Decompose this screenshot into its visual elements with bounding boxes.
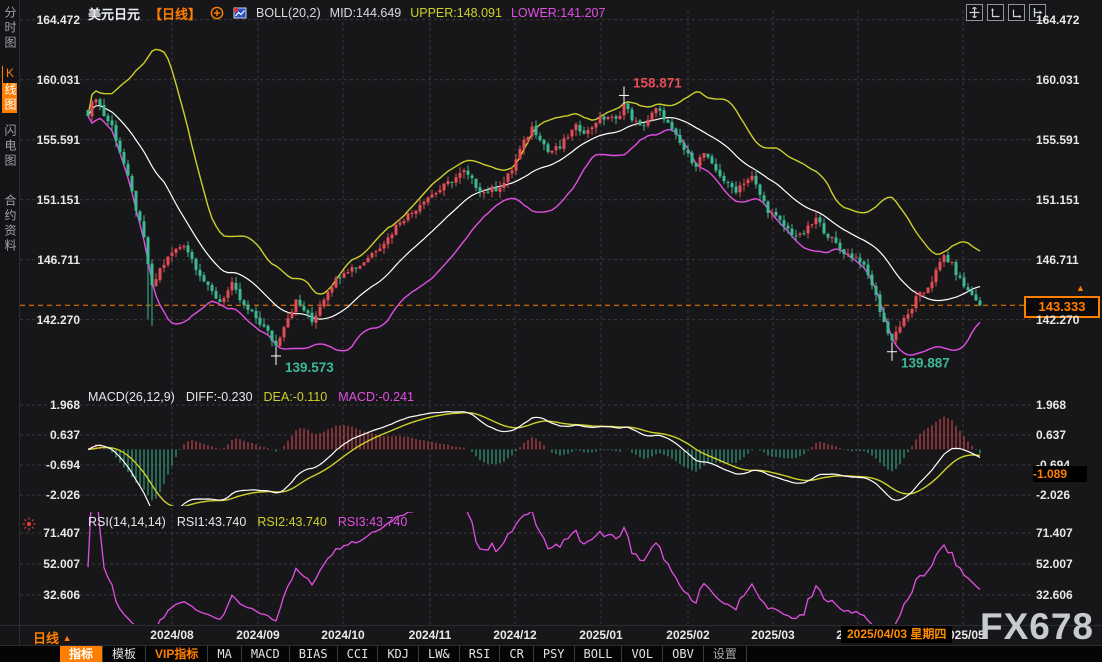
macd-params-label: MACD(26,12,9): [88, 390, 175, 404]
toolbar-tab-CR[interactable]: CR: [500, 646, 533, 662]
chart-header: 美元日元 【日线】 BOLL(20,2) MID:144.649 UPPER:1…: [88, 5, 605, 21]
price-axis-tick: 142.270: [18, 312, 80, 328]
sidebar-tab-4[interactable]: 合约资料: [2, 194, 17, 254]
boll-mid-value: MID:144.649: [330, 6, 402, 20]
price-axis-tick: 160.031: [1036, 72, 1100, 88]
extreme-price-label: 139.573: [285, 360, 334, 375]
boll-lower-value: LOWER:141.207: [511, 6, 606, 20]
extreme-price-label: 139.887: [901, 356, 950, 371]
x-axis-month-label: 2024/09: [236, 628, 279, 642]
macd-bar-value: MACD:-0.241: [338, 390, 414, 404]
price-axis-tick: 151.151: [18, 192, 80, 208]
x-axis-month-label: 2025/03: [751, 628, 794, 642]
rsi-axis-tick: 71.407: [18, 525, 80, 541]
y-axis-scale-icon[interactable]: [987, 4, 1004, 21]
sidebar-tab-2[interactable]: K线图: [2, 66, 17, 113]
price-up-arrow-icon: ▲: [1076, 284, 1085, 293]
rsi-axis-tick: 32.606: [18, 587, 80, 603]
rsi-axis-tick: 32.606: [1036, 587, 1100, 603]
toolbar-tab-OBV[interactable]: OBV: [663, 646, 704, 662]
x-axis-month-label: 2025/02: [666, 628, 709, 642]
boll-lower-line: [88, 116, 980, 355]
rsi-axis-tick: 52.007: [18, 556, 80, 572]
chart-canvas[interactable]: 158.871 139.573 139.887: [0, 0, 1102, 662]
macd-axis-tick: -0.694: [18, 457, 80, 473]
boll-upper-line: [88, 49, 980, 294]
crosshair-date-tooltip: 2025/04/03 星期四: [841, 626, 952, 643]
rsi2-value: RSI2:43.740: [257, 515, 327, 529]
macd-axis-tick: -2.026: [18, 487, 80, 503]
toolbar-tab-CCI[interactable]: CCI: [338, 646, 379, 662]
sidebar-tab-3[interactable]: 闪电图: [2, 124, 17, 169]
x-axis-month-label: 2024/10: [321, 628, 364, 642]
toolbar-tab-LW&[interactable]: LW&: [419, 646, 460, 662]
macd-axis-marker: -1.089: [1033, 466, 1087, 482]
symbol-title: 美元日元: [88, 4, 140, 23]
chart-application-window: 158.871 139.573 139.887 分时图 K线图闪电图合约资料 美元日元…: [0, 0, 1102, 662]
period-label[interactable]: 【日线】: [149, 4, 201, 23]
rsi-axis-tick: 52.007: [1036, 556, 1100, 572]
price-axis-tick: 155.591: [18, 132, 80, 148]
rsi-line: [88, 487, 980, 635]
macd-dea-line: [88, 413, 980, 507]
pan-crosshair-icon[interactable]: [966, 4, 983, 21]
sidebar-tab-1[interactable]: 分时图: [2, 6, 17, 51]
toolbar-tab-模板[interactable]: 模板: [103, 646, 146, 662]
price-axis-tick: 164.472: [1036, 12, 1100, 28]
toolbar-tab-设置[interactable]: 设置: [704, 646, 747, 662]
macd-histogram: [92, 417, 980, 501]
toolbar-tab-BIAS[interactable]: BIAS: [290, 646, 338, 662]
toolbar-tab-VOL[interactable]: VOL: [622, 646, 663, 662]
toolbar-tab-MACD[interactable]: MACD: [242, 646, 290, 662]
price-axis-tick: 146.711: [18, 252, 80, 268]
chart-tool-icons: [966, 4, 1046, 21]
x-axis-month-label: 2024/12: [493, 628, 536, 642]
macd-axis-tick: 0.637: [18, 427, 80, 443]
rsi-indicator-header: RSI(14,14,14) RSI1:43.740 RSI2:43.740 RS…: [88, 515, 407, 529]
rsi-axis-tick: 71.407: [1036, 525, 1100, 541]
macd-axis-tick: -2.026: [1036, 487, 1100, 503]
indicator-badge-icon[interactable]: [233, 6, 247, 20]
price-axis-tick: 160.031: [18, 72, 80, 88]
boll-params-label: BOLL(20,2): [256, 6, 321, 20]
toolbar-tab-BOLL[interactable]: BOLL: [575, 646, 623, 662]
price-axis-tick: 151.151: [1036, 192, 1100, 208]
rsi1-value: RSI1:43.740: [177, 515, 247, 529]
boll-upper-value: UPPER:148.091: [410, 6, 502, 20]
indicator-toolbar: 指标模板VIP指标MAMACDBIASCCIKDJLW&RSICRPSYBOLL…: [0, 645, 1102, 662]
candlestick-series: [87, 95, 982, 356]
x-axis-scale-icon[interactable]: [1008, 4, 1025, 21]
macd-axis-tick: 1.968: [1036, 397, 1100, 413]
toolbar-tab-指标[interactable]: 指标: [60, 646, 103, 662]
toolbar-tab-MA[interactable]: MA: [208, 646, 241, 662]
x-axis-month-label: 2024/11: [409, 628, 452, 642]
macd-diff-value: DIFF:-0.230: [186, 390, 253, 404]
toolbar-tab-KDJ[interactable]: KDJ: [378, 646, 419, 662]
macd-axis-tick: 0.637: [1036, 427, 1100, 443]
gridlines: [20, 10, 1034, 624]
rsi3-value: RSI3:43.740: [338, 515, 408, 529]
price-axis-tick: 146.711: [1036, 252, 1100, 268]
extreme-price-label: 158.871: [633, 75, 682, 90]
x-axis-month-label: 2024/08: [150, 628, 193, 642]
extreme-marker-cross: [271, 347, 281, 365]
left-sidebar: 分时图 K线图闪电图合约资料: [0, 0, 20, 662]
boll-mid-line: [88, 106, 980, 320]
price-axis-tick: 164.472: [18, 12, 80, 28]
macd-axis-tick: 1.968: [18, 397, 80, 413]
macd-diff-line: [88, 412, 980, 519]
macd-dea-value: DEA:-0.110: [264, 390, 328, 404]
price-axis-tick: 155.591: [1036, 132, 1100, 148]
macd-indicator-header: MACD(26,12,9) DIFF:-0.230 DEA:-0.110 MAC…: [88, 390, 414, 404]
toolbar-tab-PSY[interactable]: PSY: [534, 646, 575, 662]
toolbar-tab-VIP指标[interactable]: VIP指标: [146, 646, 208, 662]
x-axis-month-label: 2025/01: [579, 628, 622, 642]
toolbar-tab-RSI[interactable]: RSI: [460, 646, 501, 662]
price-axis-tick: 142.270: [1036, 312, 1100, 328]
add-circle-icon[interactable]: [210, 6, 224, 20]
rsi-params-label: RSI(14,14,14): [88, 515, 166, 529]
